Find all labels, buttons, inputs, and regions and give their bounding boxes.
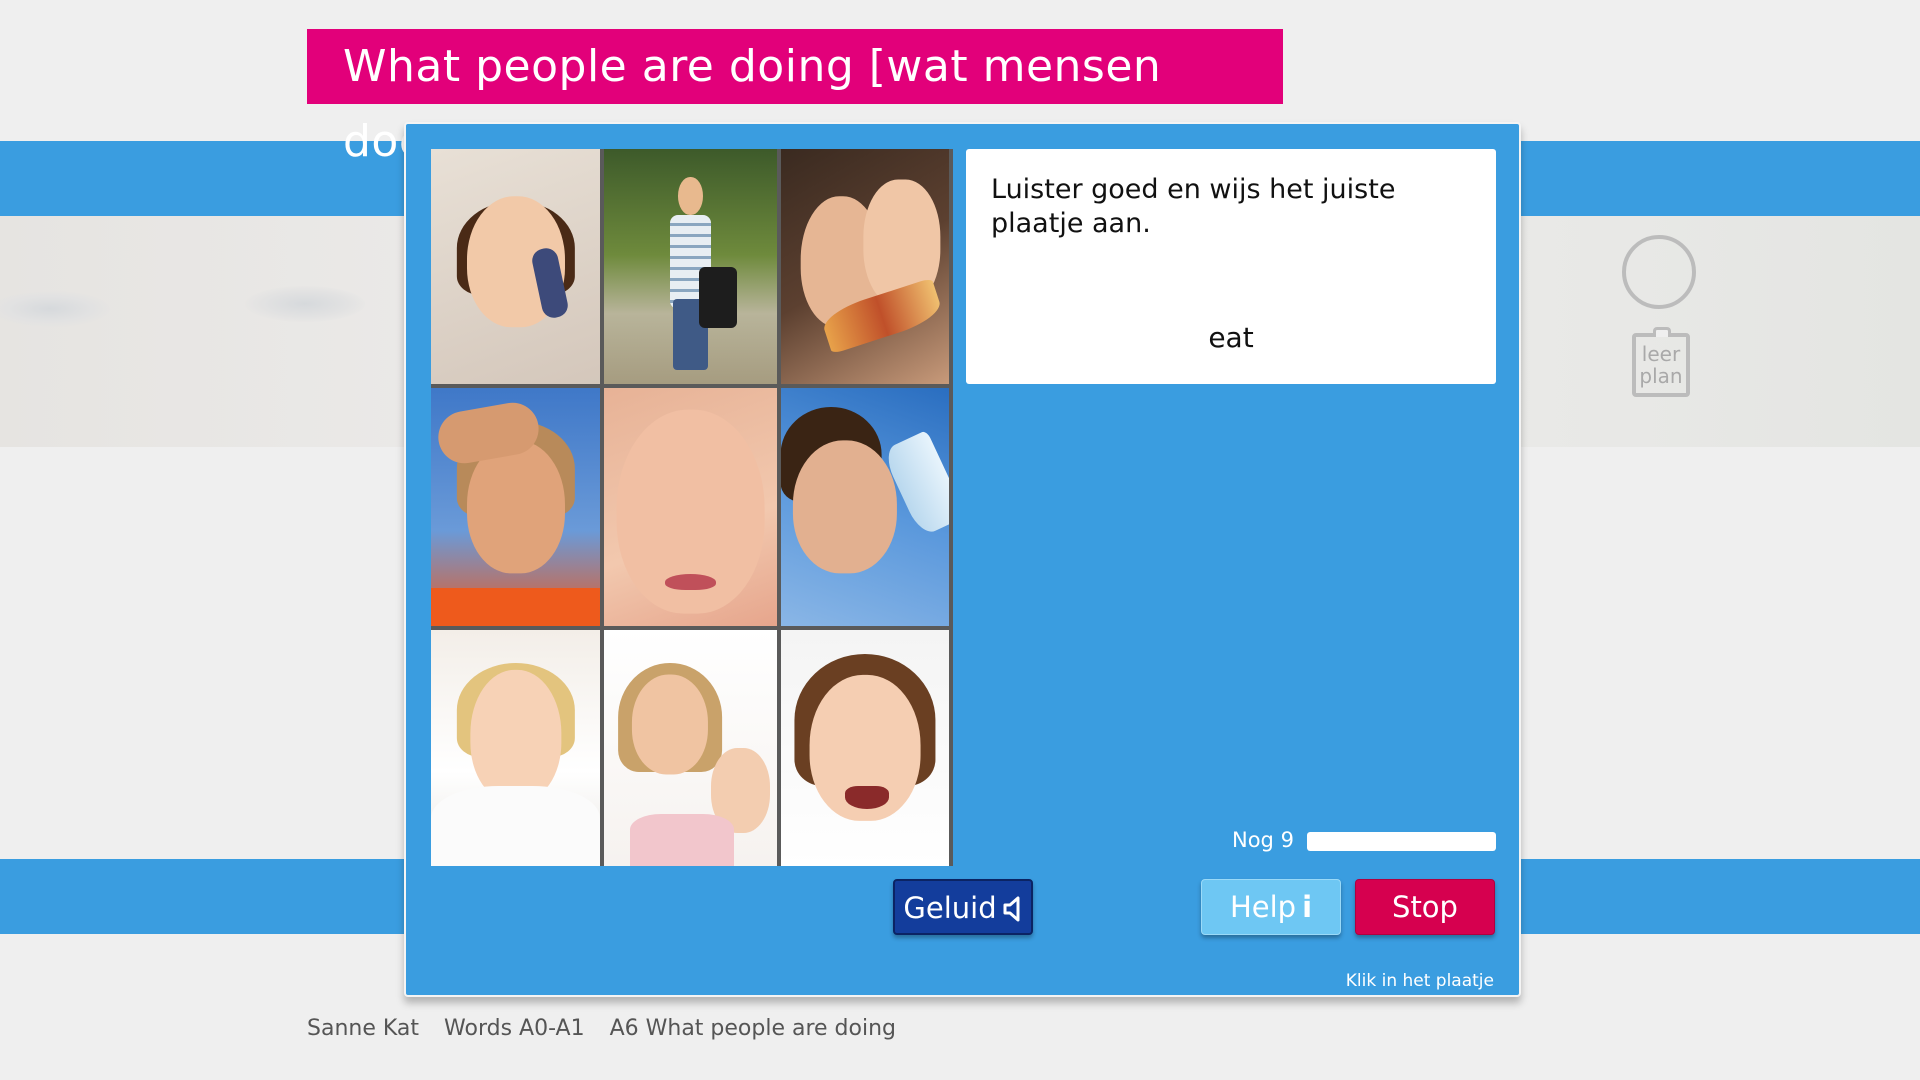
leerplan-line2: plan (1639, 364, 1683, 388)
leerplan-line1: leer (1641, 342, 1681, 366)
image-tile-girl-laughing[interactable] (781, 630, 949, 866)
progress-bar (1307, 832, 1496, 851)
image-tile-girls-eating-pizza[interactable] (781, 149, 949, 384)
breadcrumb-course: Words A0-A1 (444, 1016, 585, 1041)
target-word: eat (1208, 321, 1254, 354)
stop-button[interactable]: Stop (1355, 879, 1495, 935)
help-button-label: Help (1229, 890, 1297, 924)
breadcrumb-user: Sanne Kat (307, 1016, 420, 1041)
hint-text: Klik in het plaatje (1345, 971, 1494, 991)
instruction-card: Luister goed en wijs het juiste plaatje … (966, 149, 1496, 384)
clipboard-clip-icon (1653, 327, 1671, 337)
speaker-icon (1003, 896, 1020, 922)
breadcrumb-lesson: A6 What people are doing (609, 1016, 896, 1041)
app-stage: What people are doing [wat mensen doen] (0, 0, 1920, 1080)
page-title: What people are doing [wat mensen doen] (307, 29, 1283, 167)
image-tile-girl-sleeping[interactable] (431, 630, 600, 866)
circle-icon[interactable] (1622, 235, 1696, 309)
background-eye-left (0, 291, 110, 327)
progress-fill (1307, 832, 1496, 851)
stop-button-label: Stop (1392, 890, 1458, 924)
image-tile-girl-on-phone[interactable] (431, 149, 600, 384)
leerplan-icon[interactable]: leer plan (1632, 327, 1690, 397)
image-tile-girl-crying[interactable] (604, 388, 777, 626)
help-button[interactable]: Help i (1201, 879, 1341, 935)
sound-button[interactable]: Geluid (893, 879, 1033, 935)
image-tile-boy-looking[interactable] (431, 388, 600, 626)
exercise-panel: Luister goed en wijs het juiste plaatje … (404, 122, 1521, 997)
instruction-text: Luister goed en wijs het juiste plaatje … (991, 174, 1396, 239)
info-icon: i (1302, 890, 1313, 924)
image-tile-boy-walking[interactable] (604, 149, 777, 384)
image-tile-woman-drinking[interactable] (781, 388, 949, 626)
image-tile-girl-waving[interactable] (604, 630, 777, 866)
image-grid (431, 149, 953, 866)
breadcrumb: Sanne Kat Words A0-A1 A6 What people are… (307, 1016, 914, 1041)
progress-label: Nog 9 (1232, 828, 1294, 852)
background-eye-right (245, 286, 365, 322)
sound-button-label: Geluid (903, 891, 997, 925)
